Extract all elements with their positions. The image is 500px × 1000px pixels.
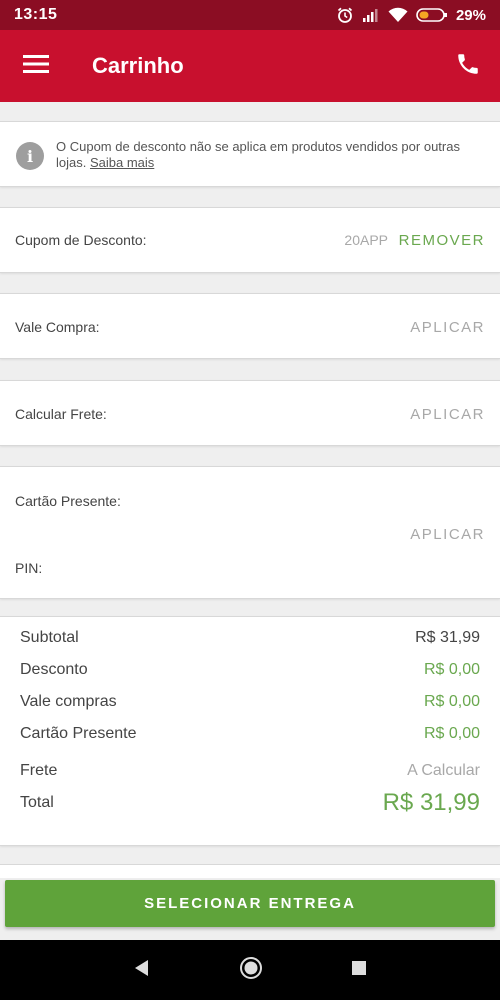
summary-row-subtotal: Subtotal R$ 31,99	[20, 629, 480, 647]
total-label: Total	[20, 794, 54, 811]
summary-row-voucher: Vale compras R$ 0,00	[20, 693, 480, 711]
status-bar: 13:15 29%	[0, 0, 500, 30]
saiba-mais-link[interactable]: Saiba mais	[90, 155, 154, 170]
apply-gift-card-button[interactable]: APLICAR	[410, 526, 485, 543]
back-button[interactable]	[133, 959, 151, 982]
bottom-strip	[0, 864, 500, 878]
apply-shipping-button[interactable]: APLICAR	[410, 406, 485, 423]
menu-button[interactable]	[0, 30, 72, 102]
home-icon	[239, 956, 263, 985]
summary-row-total: Total R$ 31,99	[20, 789, 480, 817]
recents-icon	[351, 960, 367, 981]
apply-voucher-button[interactable]: APLICAR	[410, 319, 485, 336]
coupon-info-card: i O Cupom de desconto não se aplica em p…	[0, 121, 500, 187]
summary-label: Subtotal	[20, 629, 79, 646]
summary-label: Desconto	[20, 661, 88, 678]
alarm-icon	[336, 6, 354, 24]
signal-icon	[362, 7, 380, 23]
page-title: Carrinho	[92, 53, 184, 78]
summary-value: A Calcular	[407, 762, 480, 779]
menu-icon	[23, 54, 49, 79]
coupon-info-text: O Cupom de desconto não se aplica em pro…	[56, 139, 486, 171]
summary-label: Frete	[20, 762, 58, 779]
summary-value: R$ 31,99	[415, 629, 480, 646]
coupon-label: Cupom de Desconto:	[15, 232, 147, 248]
gift-card-card: Cartão Presente: APLICAR PIN:	[0, 466, 500, 599]
remove-coupon-button[interactable]: REMOVER	[399, 232, 485, 249]
summary-value: R$ 0,00	[423, 693, 480, 710]
select-delivery-button[interactable]: SELECIONAR ENTREGA	[5, 880, 495, 927]
gift-card-label: Cartão Presente:	[15, 493, 121, 509]
summary-label: Cartão Presente	[20, 725, 137, 742]
phone-button[interactable]	[436, 30, 500, 102]
summary-value: R$ 0,00	[423, 725, 480, 742]
info-icon: i	[16, 142, 44, 170]
summary-row-discount: Desconto R$ 0,00	[20, 661, 480, 679]
status-time: 13:15	[14, 6, 58, 23]
summary-label: Vale compras	[20, 693, 117, 710]
coupon-card: Cupom de Desconto: 20APP REMOVER	[0, 207, 500, 273]
summary-row-gift-card: Cartão Presente R$ 0,00	[20, 725, 480, 743]
summary-row-shipping: Frete A Calcular	[20, 762, 480, 780]
phone-icon	[455, 51, 481, 82]
pin-label: PIN:	[15, 560, 43, 576]
battery-percent: 29%	[455, 6, 486, 24]
back-icon	[133, 959, 151, 982]
coupon-code: 20APP	[344, 232, 388, 248]
voucher-card: Vale Compra: APLICAR	[0, 293, 500, 359]
home-button[interactable]	[239, 956, 263, 985]
order-summary-card: Subtotal R$ 31,99 Desconto R$ 0,00 Vale …	[0, 616, 500, 846]
status-icons: 29%	[336, 6, 486, 24]
app-bar: Carrinho	[0, 30, 500, 102]
shipping-label: Calcular Frete:	[15, 406, 107, 422]
wifi-icon	[388, 7, 408, 23]
system-nav-bar	[0, 940, 500, 1000]
voucher-label: Vale Compra:	[15, 319, 100, 335]
shipping-card: Calcular Frete: APLICAR	[0, 380, 500, 446]
total-value: R$ 31,99	[382, 789, 480, 816]
recents-button[interactable]	[351, 960, 367, 981]
battery-icon	[416, 7, 448, 23]
summary-value: R$ 0,00	[423, 661, 480, 678]
